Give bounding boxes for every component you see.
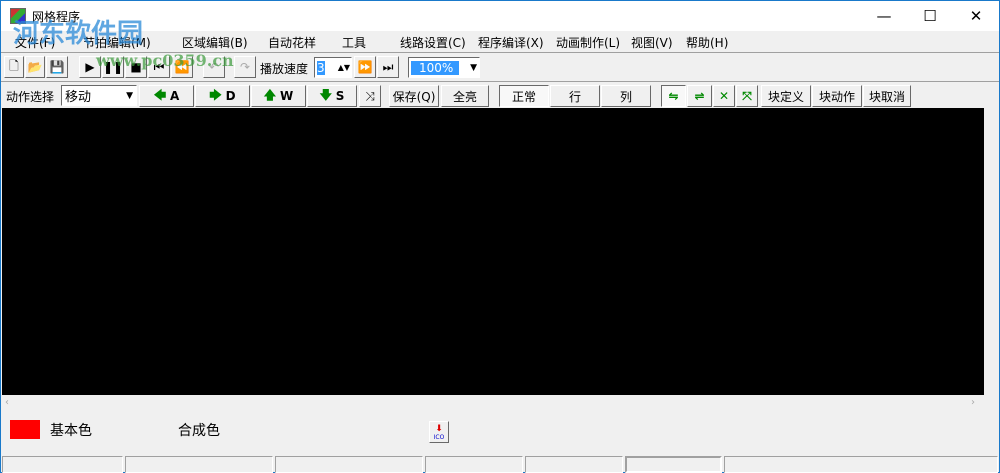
- save-button[interactable]: 保存(Q): [389, 85, 439, 107]
- status-pane-4: [425, 456, 523, 473]
- rotate-icon[interactable]: ⤨: [359, 85, 381, 107]
- move-down-button[interactable]: 🡇 S: [307, 85, 357, 107]
- cross-flip-icon[interactable]: ⤧: [736, 85, 758, 107]
- maximize-button[interactable]: ☐: [907, 1, 953, 31]
- title-bar: 网格程序 — ☐ ✕: [1, 1, 999, 31]
- toolbar-playback: 🗋 📂 💾 ▶ ❚❚ ■ ⏮ ⏪ ↶ ↷ 播放速度 3 ▲▼ ⏩ ⏭ 100% ▼: [1, 52, 999, 80]
- block-cancel-button[interactable]: 块取消: [863, 85, 911, 107]
- forward-end-icon[interactable]: ⏭: [377, 56, 399, 78]
- menu-help[interactable]: 帮助(H): [686, 34, 728, 51]
- menu-file[interactable]: 文件(F): [15, 34, 55, 51]
- menu-compile[interactable]: 程序编译(X): [478, 34, 544, 51]
- arrow-left-icon: 🡄: [153, 87, 167, 102]
- play-icon[interactable]: ▶: [79, 56, 101, 78]
- ico-export-button[interactable]: ⬇ ICO: [429, 421, 449, 443]
- block-define-button[interactable]: 块定义: [761, 85, 811, 107]
- redo-icon[interactable]: ↷: [234, 56, 256, 78]
- cross-icon[interactable]: ✕: [713, 85, 735, 107]
- move-left-button[interactable]: 🡄 A: [139, 85, 194, 107]
- move-up-button[interactable]: 🡅 W: [251, 85, 306, 107]
- scroll-right-icon[interactable]: ›: [971, 397, 975, 408]
- base-color-label: 基本色: [50, 423, 92, 439]
- menu-line-settings[interactable]: 线路设置(C): [400, 34, 466, 51]
- move-right-button[interactable]: 🡆 D: [195, 85, 250, 107]
- horizontal-scrollbar[interactable]: ‹ ›: [1, 396, 999, 412]
- open-folder-icon[interactable]: 📂: [25, 56, 45, 78]
- stop-icon[interactable]: ■: [125, 56, 147, 78]
- arrow-up-icon: 🡅: [263, 87, 277, 102]
- speed-label: 播放速度: [260, 62, 309, 76]
- all-bright-button[interactable]: 全亮: [441, 85, 489, 107]
- menu-animation[interactable]: 动画制作(L): [556, 34, 620, 51]
- chevron-down-icon[interactable]: ▼: [470, 63, 477, 73]
- speed-value: 3: [317, 60, 325, 75]
- status-pane-6: [625, 456, 722, 473]
- base-color-swatch[interactable]: [10, 420, 40, 439]
- menu-beat-edit[interactable]: 节拍编辑(M): [83, 34, 151, 51]
- action-select[interactable]: 移动 ▼: [61, 85, 137, 106]
- save-disk-icon[interactable]: 💾: [46, 56, 68, 78]
- arrow-right-icon: 🡆: [209, 87, 222, 102]
- mirror-horizontal-icon[interactable]: ⇋: [661, 85, 686, 107]
- undo-icon[interactable]: ↶: [203, 56, 225, 78]
- status-pane-3: [275, 456, 423, 473]
- mode-normal-button[interactable]: 正常: [499, 85, 549, 107]
- app-window: 网格程序 — ☐ ✕ 河东软件园 www.pc0359.cn 文件(F) 节拍编…: [0, 0, 1000, 473]
- mode-row-button[interactable]: 行: [550, 85, 600, 107]
- spin-arrows-icon[interactable]: ▲▼: [338, 63, 350, 72]
- composite-color-label: 合成色: [178, 423, 220, 439]
- status-pane-1: [2, 456, 123, 473]
- rewind-start-icon[interactable]: ⏮: [148, 56, 170, 78]
- action-select-label: 动作选择: [6, 90, 55, 104]
- window-title: 网格程序: [32, 9, 81, 24]
- download-icon: ⬇: [435, 423, 443, 434]
- mode-column-button[interactable]: 列: [601, 85, 651, 107]
- close-button[interactable]: ✕: [953, 1, 999, 31]
- status-pane-2: [125, 456, 273, 473]
- fast-forward-icon[interactable]: ⏩: [354, 56, 376, 78]
- led-grid-canvas[interactable]: [2, 108, 984, 395]
- toolbar-actions: 动作选择 移动 ▼ 🡄 A 🡆 D 🡅 W 🡇 S ⤨ 保存(Q) 全亮 正常 行…: [1, 81, 999, 108]
- status-pane-7: [724, 456, 998, 473]
- app-icon: [10, 8, 26, 24]
- pause-icon[interactable]: ❚❚: [102, 56, 124, 78]
- rewind-icon[interactable]: ⏪: [171, 56, 193, 78]
- chevron-down-icon[interactable]: ▼: [126, 91, 133, 101]
- speed-stepper[interactable]: 3 ▲▼: [314, 57, 352, 78]
- zoom-value: 100%: [411, 60, 460, 75]
- menu-view[interactable]: 视图(V): [631, 34, 673, 51]
- scroll-left-icon[interactable]: ‹: [5, 397, 9, 408]
- arrow-down-icon: 🡇: [319, 87, 332, 102]
- new-file-icon[interactable]: 🗋: [4, 56, 24, 78]
- action-value: 移动: [65, 90, 92, 105]
- status-pane-5: [525, 456, 623, 473]
- menu-region-edit[interactable]: 区域编辑(B): [182, 34, 248, 51]
- block-action-button[interactable]: 块动作: [812, 85, 862, 107]
- zoom-select[interactable]: 100% ▼: [408, 57, 480, 78]
- minimize-button[interactable]: —: [861, 1, 907, 31]
- menu-tools[interactable]: 工具: [342, 34, 366, 51]
- menu-bar: 文件(F) 节拍编辑(M) 区域编辑(B) 自动花样 工具 线路设置(C) 程序…: [1, 31, 999, 52]
- menu-auto-pattern[interactable]: 自动花样: [268, 34, 316, 51]
- mirror-vertical-icon[interactable]: ⇌: [687, 85, 712, 107]
